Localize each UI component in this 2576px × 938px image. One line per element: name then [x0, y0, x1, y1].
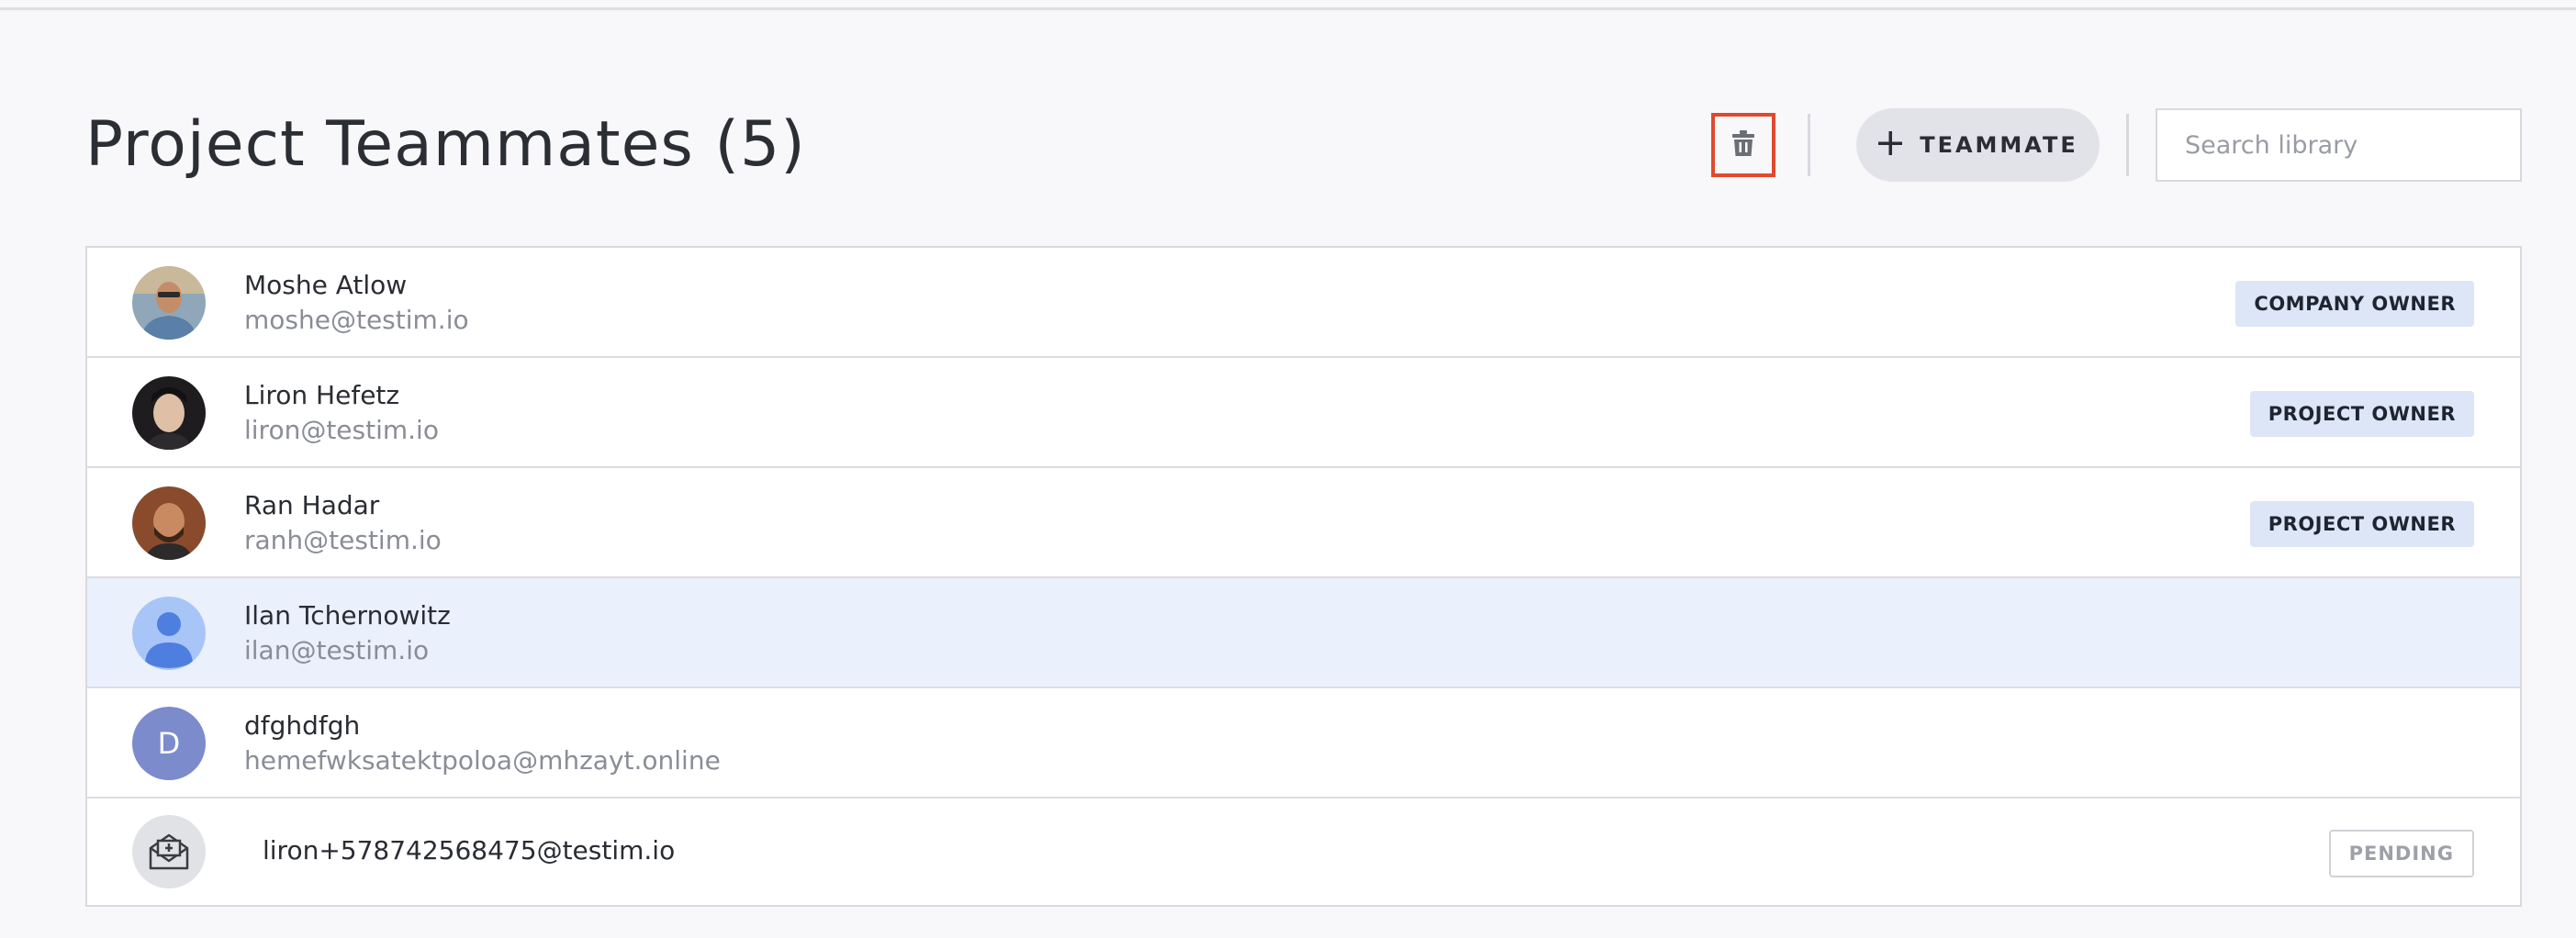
teammate-row[interactable]: Ilan Tchernowitz ilan@testim.io [87, 578, 2520, 688]
teammate-row[interactable]: D dfghdfgh hemefwksatektpoloa@mhzayt.onl… [87, 688, 2520, 798]
top-divider [0, 7, 2576, 10]
add-teammate-button[interactable]: TEAMMATE [1856, 108, 2100, 182]
add-teammate-label: TEAMMATE [1920, 132, 2078, 158]
avatar [132, 266, 206, 340]
teammate-email: liron@testim.io [244, 415, 439, 445]
envelope-icon [132, 815, 206, 888]
role-badge: PROJECT OWNER [2249, 501, 2474, 547]
avatar [132, 486, 206, 560]
plus-icon [1877, 130, 1903, 160]
invite-email: liron+578742568475@testim.io [263, 835, 676, 865]
teammate-name: Moshe Atlow [244, 270, 408, 300]
pending-badge: PENDING [2328, 830, 2474, 877]
teammate-email: ranh@testim.io [244, 525, 442, 555]
trash-icon [1731, 129, 1755, 161]
teammates-table: Moshe Atlow moshe@testim.io COMPANY OWNE… [85, 246, 2522, 907]
role-badge: PROJECT OWNER [2249, 391, 2474, 437]
teammate-email: moshe@testim.io [244, 305, 469, 335]
teammate-row[interactable]: Ran Hadar ranh@testim.io PROJECT OWNER [87, 468, 2520, 578]
role-badge: COMPANY OWNER [2235, 281, 2474, 327]
page-header: Project Teammates (5) TEAMMATE [85, 103, 2522, 187]
search-input[interactable] [2183, 129, 2520, 161]
page-title: Project Teammates (5) [85, 108, 806, 181]
toolbar-divider [1808, 114, 1810, 176]
pending-invite-row[interactable]: liron+578742568475@testim.io PENDING [87, 798, 2520, 905]
teammate-name: Ilan Tchernowitz [244, 600, 451, 631]
avatar: D [132, 707, 206, 780]
default-avatar-icon [132, 597, 206, 670]
teammate-name: Ran Hadar [244, 490, 380, 520]
teammate-row[interactable]: Liron Hefetz liron@testim.io PROJECT OWN… [87, 358, 2520, 468]
teammate-name: dfghdfgh [244, 710, 361, 741]
teammate-email: ilan@testim.io [244, 635, 430, 665]
toolbar-divider [2126, 114, 2129, 176]
teammate-name: Liron Hefetz [244, 380, 400, 410]
teammate-email: hemefwksatektpoloa@mhzayt.online [244, 745, 721, 776]
delete-button[interactable] [1711, 113, 1775, 177]
avatar [132, 376, 206, 450]
teammate-row[interactable]: Moshe Atlow moshe@testim.io COMPANY OWNE… [87, 248, 2520, 358]
search-box[interactable] [2156, 108, 2522, 182]
